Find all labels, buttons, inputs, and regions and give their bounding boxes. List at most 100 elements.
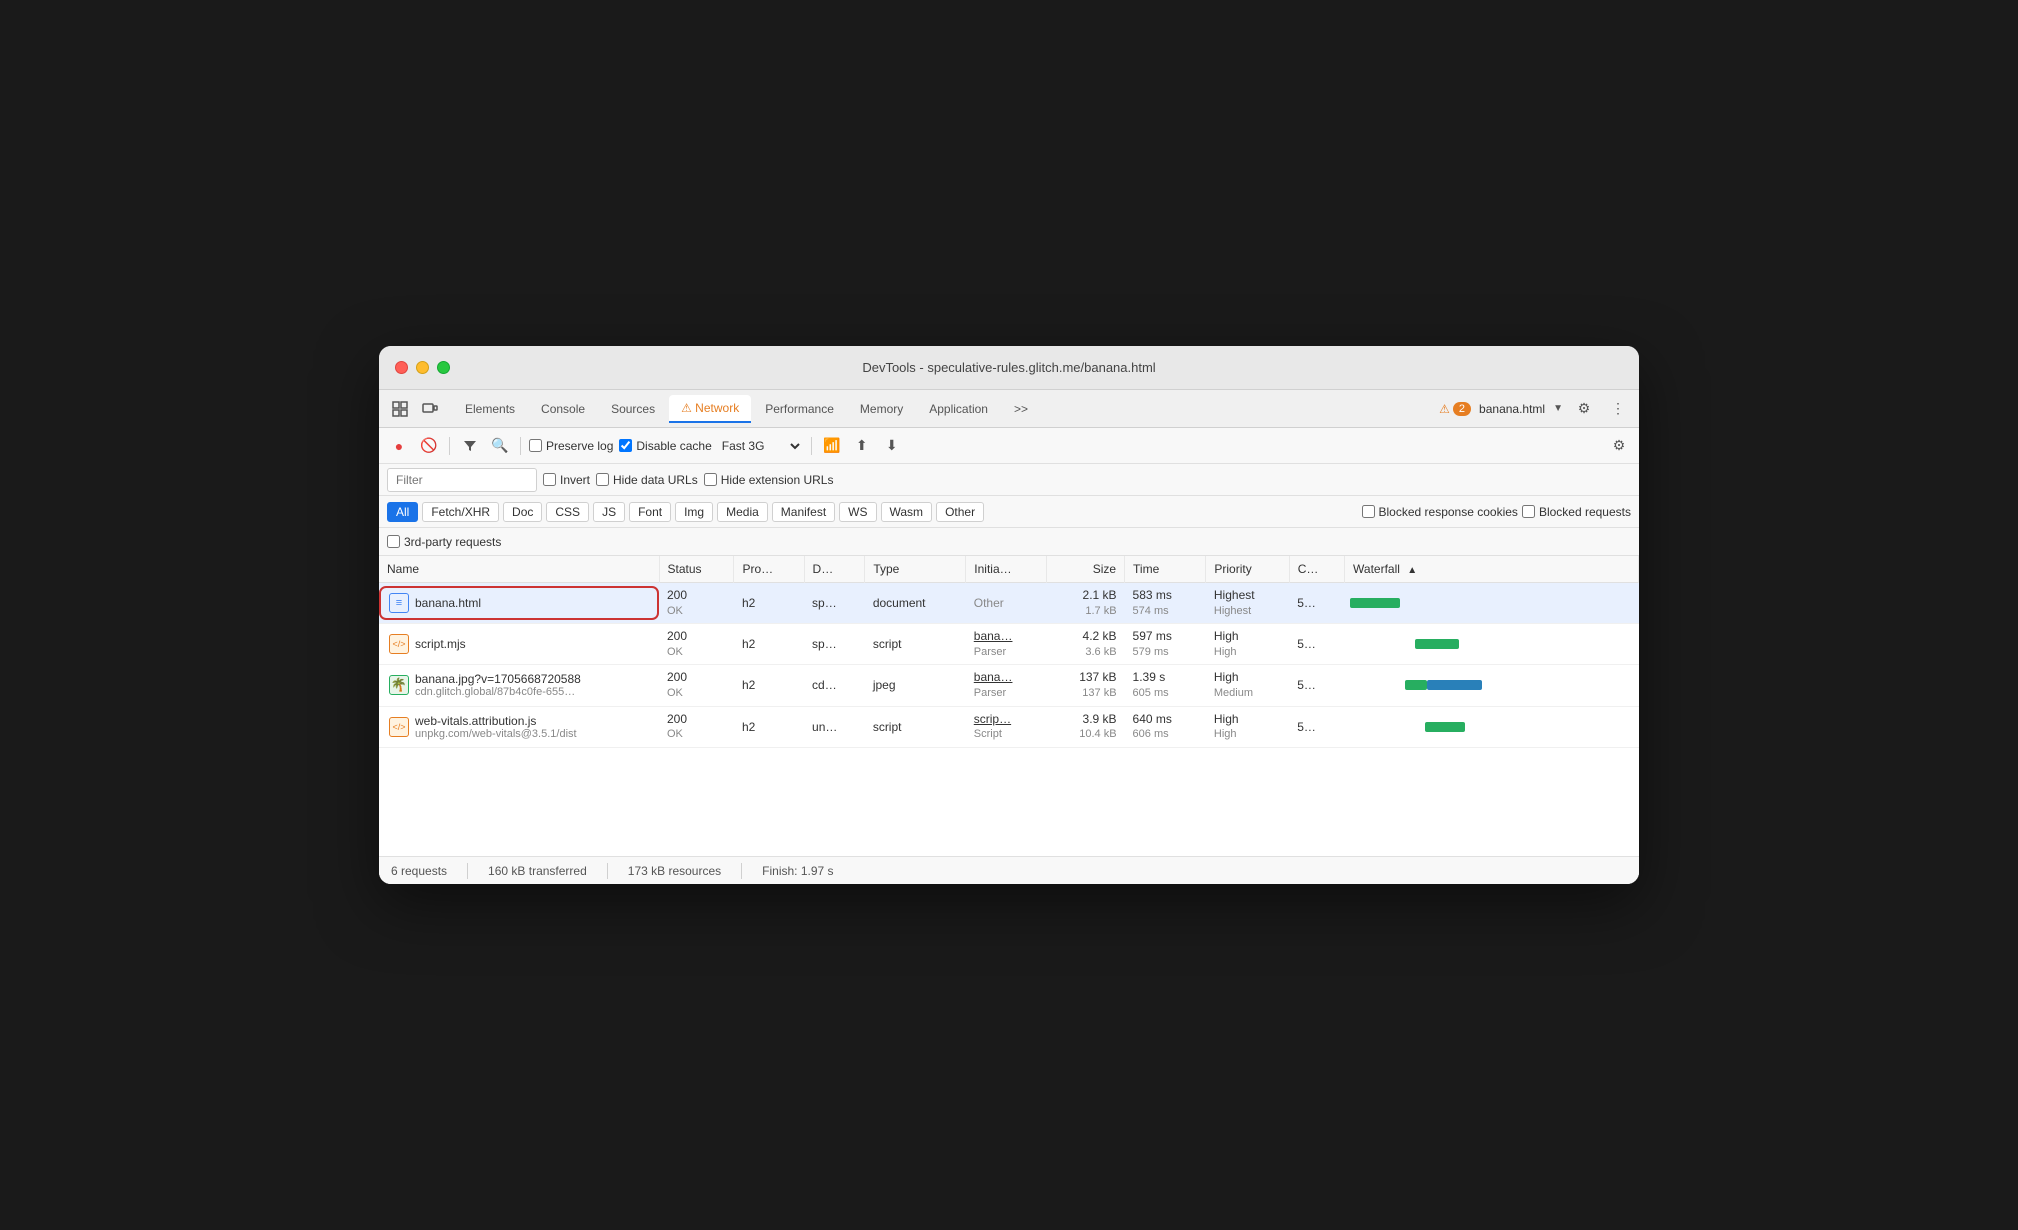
third-party-label[interactable]: 3rd-party requests: [387, 535, 501, 549]
filter-tag-media[interactable]: Media: [717, 502, 768, 522]
invert-checkbox[interactable]: [543, 473, 556, 486]
cell-status-3: 200 OK: [659, 665, 734, 706]
file-name-3: banana.jpg?v=1705668720588: [415, 672, 581, 686]
cell-name-3: 🌴 banana.jpg?v=1705668720588 cdn.glitch.…: [379, 665, 659, 706]
devtools-more-icon[interactable]: ⋮: [1605, 396, 1631, 422]
col-status[interactable]: Status: [659, 556, 734, 583]
throttle-select[interactable]: Fast 3G Slow 3G No throttling: [718, 438, 803, 454]
wifi-icon[interactable]: 📶: [820, 434, 844, 458]
filter-tag-font[interactable]: Font: [629, 502, 671, 522]
cell-time-4: 640 ms 606 ms: [1125, 706, 1206, 747]
cell-name-4: </> web-vitals.attribution.js unpkg.com/…: [379, 706, 659, 747]
cell-name-2: </> script.mjs: [379, 624, 659, 665]
network-settings-icon[interactable]: ⚙: [1607, 434, 1631, 458]
cell-connection-3: 5…: [1289, 665, 1344, 706]
file-sub-3: cdn.glitch.global/87b4c0fe-655…: [415, 686, 581, 698]
filter-tag-js[interactable]: JS: [593, 502, 625, 522]
record-button[interactable]: ●: [387, 434, 411, 458]
table-row[interactable]: </> web-vitals.attribution.js unpkg.com/…: [379, 706, 1639, 747]
throttle-selector[interactable]: Fast 3G Slow 3G No throttling: [718, 438, 803, 454]
devtools-settings-icon[interactable]: ⚙: [1571, 396, 1597, 422]
preserve-log-label[interactable]: Preserve log: [529, 439, 613, 453]
warning-indicator: ⚠ 2: [1439, 402, 1471, 416]
table-row[interactable]: ≡ banana.html 200 OK: [379, 583, 1639, 624]
current-file-dropdown[interactable]: ▼: [1553, 403, 1563, 414]
filter-tag-img[interactable]: Img: [675, 502, 713, 522]
col-connection[interactable]: C…: [1289, 556, 1344, 583]
inspector-icon[interactable]: [387, 396, 413, 422]
status-bar: 6 requests 160 kB transferred 173 kB res…: [379, 856, 1639, 884]
finish-time: Finish: 1.97 s: [762, 864, 833, 878]
col-type[interactable]: Type: [865, 556, 966, 583]
tab-application[interactable]: Application: [917, 396, 1000, 422]
requests-count: 6 requests: [391, 864, 447, 878]
col-time[interactable]: Time: [1125, 556, 1206, 583]
hide-data-urls-label[interactable]: Hide data URLs: [596, 473, 698, 487]
filter-input[interactable]: [387, 468, 537, 492]
cell-initiator-4: scrip… Script: [966, 706, 1046, 747]
col-protocol[interactable]: Pro…: [734, 556, 804, 583]
tab-console[interactable]: Console: [529, 396, 597, 422]
hide-extension-urls-label[interactable]: Hide extension URLs: [704, 473, 834, 487]
clear-button[interactable]: 🚫: [417, 434, 441, 458]
blocked-requests-checkbox[interactable]: [1522, 505, 1535, 518]
device-toolbar-icon[interactable]: [417, 396, 443, 422]
col-waterfall[interactable]: Waterfall ▲: [1345, 556, 1639, 583]
preserve-log-checkbox[interactable]: [529, 439, 542, 452]
filter-tag-manifest[interactable]: Manifest: [772, 502, 835, 522]
table-row[interactable]: 🌴 banana.jpg?v=1705668720588 cdn.glitch.…: [379, 665, 1639, 706]
file-sub-4: unpkg.com/web-vitals@3.5.1/dist: [415, 728, 577, 740]
cell-domain-3: cd…: [804, 665, 865, 706]
tab-more[interactable]: >>: [1002, 396, 1040, 422]
tab-sources[interactable]: Sources: [599, 396, 667, 422]
tab-elements[interactable]: Elements: [453, 396, 527, 422]
devtools-window: DevTools - speculative-rules.glitch.me/b…: [379, 346, 1639, 884]
file-name-4: web-vitals.attribution.js: [415, 714, 577, 728]
filter-tag-css[interactable]: CSS: [546, 502, 589, 522]
filter-tag-all[interactable]: All: [387, 502, 418, 522]
disable-cache-label[interactable]: Disable cache: [619, 439, 711, 453]
col-name[interactable]: Name: [379, 556, 659, 583]
tab-network[interactable]: ⚠ Network: [669, 395, 751, 423]
blocked-cookies-checkbox[interactable]: [1362, 505, 1375, 518]
hide-extension-urls-checkbox[interactable]: [704, 473, 717, 486]
cell-protocol-1: h2: [734, 583, 804, 624]
title-bar: DevTools - speculative-rules.glitch.me/b…: [379, 346, 1639, 390]
cell-connection-2: 5…: [1289, 624, 1344, 665]
cell-time-1: 583 ms 574 ms: [1125, 583, 1206, 624]
col-priority[interactable]: Priority: [1206, 556, 1289, 583]
filter-toggle-button[interactable]: [458, 434, 482, 458]
close-button[interactable]: [395, 361, 408, 374]
col-size[interactable]: Size: [1046, 556, 1124, 583]
import-button[interactable]: ⬆: [850, 434, 874, 458]
hide-data-urls-checkbox[interactable]: [596, 473, 609, 486]
disable-cache-checkbox[interactable]: [619, 439, 632, 452]
blocked-cookies-label[interactable]: Blocked response cookies: [1362, 505, 1518, 519]
file-name-2: script.mjs: [415, 637, 466, 651]
filter-tag-other[interactable]: Other: [936, 502, 984, 522]
tab-icons: [387, 396, 443, 422]
file-name-1: banana.html: [415, 596, 481, 610]
invert-label[interactable]: Invert: [543, 473, 590, 487]
search-button[interactable]: 🔍: [488, 434, 512, 458]
third-party-checkbox[interactable]: [387, 535, 400, 548]
filter-tag-ws[interactable]: WS: [839, 502, 876, 522]
col-domain[interactable]: D…: [804, 556, 865, 583]
current-file-label: banana.html: [1479, 402, 1545, 416]
minimize-button[interactable]: [416, 361, 429, 374]
maximize-button[interactable]: [437, 361, 450, 374]
tab-performance[interactable]: Performance: [753, 396, 846, 422]
cell-type-1: document: [865, 583, 966, 624]
export-button[interactable]: ⬇: [880, 434, 904, 458]
blocked-requests-label[interactable]: Blocked requests: [1522, 505, 1631, 519]
cell-type-3: jpeg: [865, 665, 966, 706]
cell-waterfall-1: [1345, 583, 1639, 624]
network-table-container[interactable]: Name Status Pro… D… Type Initia… Size Ti…: [379, 556, 1639, 856]
tab-memory[interactable]: Memory: [848, 396, 915, 422]
filter-tag-fetch-xhr[interactable]: Fetch/XHR: [422, 502, 499, 522]
table-row[interactable]: </> script.mjs 200 OK: [379, 624, 1639, 665]
col-initiator[interactable]: Initia…: [966, 556, 1046, 583]
cell-priority-1: Highest Highest: [1206, 583, 1289, 624]
filter-tag-wasm[interactable]: Wasm: [881, 502, 933, 522]
filter-tag-doc[interactable]: Doc: [503, 502, 542, 522]
